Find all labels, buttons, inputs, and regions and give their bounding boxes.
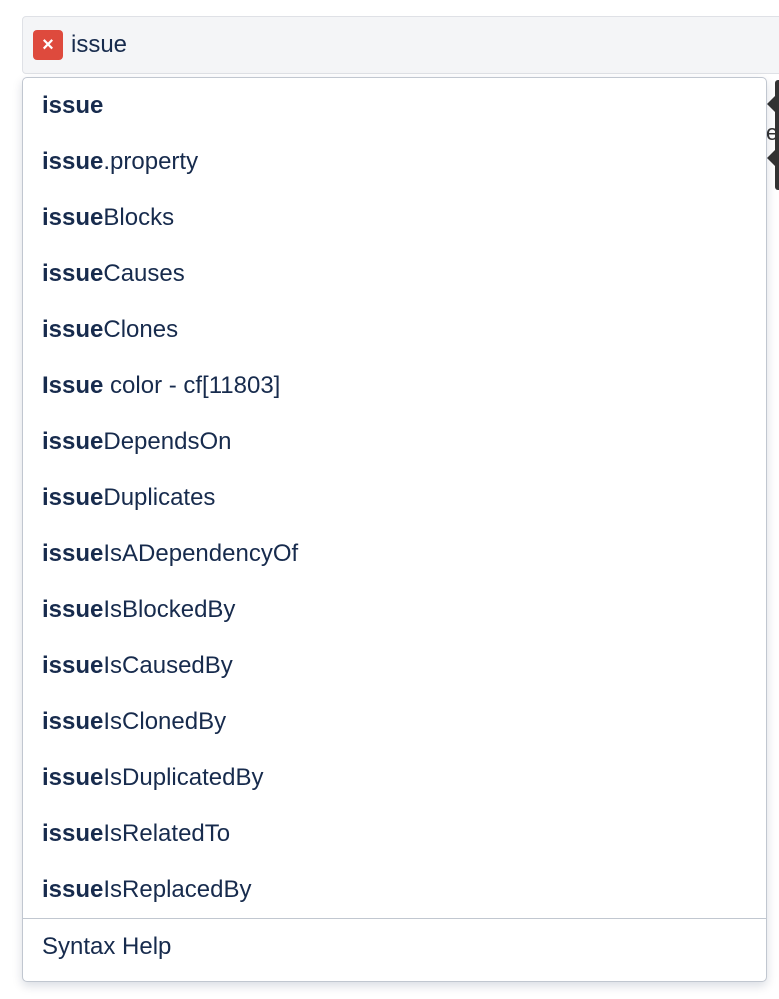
- suggestion-item[interactable]: issueClones: [23, 302, 766, 358]
- suggestion-match: issue: [42, 708, 104, 735]
- suggestion-rest: IsCausedBy: [103, 652, 233, 679]
- suggestion-item[interactable]: issue.property: [23, 134, 766, 190]
- suggestion-match: issue: [42, 92, 104, 119]
- suggestion-item[interactable]: issueIsReplacedBy: [23, 862, 766, 918]
- suggestion-item[interactable]: Issue color - cf[11803]: [23, 358, 766, 414]
- suggestion-match: issue: [42, 540, 104, 567]
- suggestion-list: issue issue.property issueBlocks issueCause…: [23, 78, 766, 918]
- suggestion-rest: IsReplacedBy: [103, 876, 252, 903]
- jql-search-field[interactable]: ×: [22, 16, 779, 74]
- jql-query-input[interactable]: [71, 29, 671, 61]
- suggestion-item[interactable]: issueBlocks: [23, 190, 766, 246]
- suggestion-rest: Duplicates: [103, 484, 216, 511]
- autocomplete-dropdown: issue issue.property issueBlocks issueCause…: [22, 77, 767, 982]
- arrow-left-icon: [767, 150, 775, 166]
- syntax-help-link[interactable]: Syntax Help: [23, 919, 766, 975]
- suggestion-item[interactable]: issueCauses: [23, 246, 766, 302]
- suggestion-item[interactable]: issueIsRelatedTo: [23, 806, 766, 862]
- suggestion-rest: IsADependencyOf: [103, 540, 299, 567]
- suggestion-item[interactable]: issueIsADependencyOf: [23, 526, 766, 582]
- suggestion-item[interactable]: issueIsCausedBy: [23, 638, 766, 694]
- suggestion-rest: color - cf[11803]: [103, 372, 281, 399]
- suggestion-match: issue: [42, 316, 104, 343]
- suggestion-rest: .property: [103, 148, 199, 175]
- suggestion-match: issue: [42, 876, 104, 903]
- suggestion-rest: IsDuplicatedBy: [103, 764, 264, 791]
- suggestion-rest: IsBlockedBy: [103, 596, 236, 623]
- suggestion-match: Issue: [42, 372, 104, 399]
- suggestion-match: issue: [42, 764, 104, 791]
- suggestion-rest: IsClonedBy: [103, 708, 227, 735]
- suggestion-match: issue: [42, 596, 104, 623]
- suggestion-match: issue: [42, 204, 104, 231]
- suggestion-item[interactable]: issueIsDuplicatedBy: [23, 750, 766, 806]
- suggestion-match: issue: [42, 484, 104, 511]
- suggestion-item[interactable]: issueDuplicates: [23, 470, 766, 526]
- suggestion-match: issue: [42, 652, 104, 679]
- suggestion-match: issue: [42, 820, 104, 847]
- suggestion-rest: Clones: [103, 316, 179, 343]
- suggestion-match: issue: [42, 428, 104, 455]
- suggestion-item[interactable]: issueIsClonedBy: [23, 694, 766, 750]
- suggestion-rest: DependsOn: [103, 428, 232, 455]
- suggestion-rest: IsRelatedTo: [103, 820, 231, 847]
- suggestion-item[interactable]: issue: [23, 78, 766, 134]
- suggestion-item[interactable]: issueDependsOn: [23, 414, 766, 470]
- suggestion-item[interactable]: issueIsBlockedBy: [23, 582, 766, 638]
- suggestion-rest: Blocks: [103, 204, 175, 231]
- suggestion-match: issue: [42, 148, 104, 175]
- suggestion-match: issue: [42, 260, 104, 287]
- x-error-icon: ×: [33, 30, 63, 60]
- suggestion-rest: Causes: [103, 260, 185, 287]
- arrow-left-icon: [767, 96, 775, 112]
- tooltip-partial-text: e: [766, 120, 779, 145]
